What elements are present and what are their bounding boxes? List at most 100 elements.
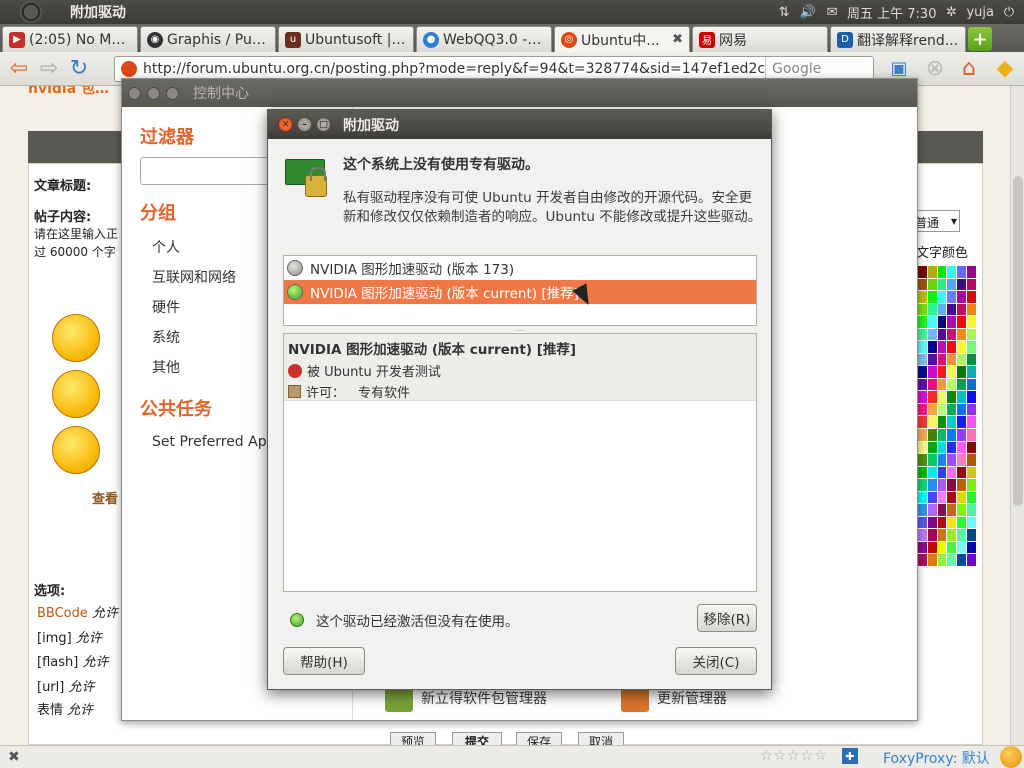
color-swatch[interactable]: [918, 278, 927, 291]
group-item-hardware[interactable]: 硬件: [152, 297, 180, 317]
color-swatch[interactable]: [918, 328, 927, 341]
minimize-window-icon[interactable]: [147, 86, 160, 100]
color-swatch[interactable]: [947, 516, 957, 529]
color-swatch[interactable]: [947, 554, 957, 566]
close-window-icon[interactable]: ✕: [278, 117, 293, 132]
color-swatch[interactable]: [927, 378, 937, 391]
color-swatch[interactable]: [947, 378, 957, 391]
color-swatch[interactable]: [957, 316, 967, 328]
color-swatch[interactable]: [937, 454, 947, 466]
color-swatch[interactable]: [957, 391, 967, 403]
color-swatch[interactable]: [937, 541, 947, 554]
color-swatch[interactable]: [937, 416, 947, 428]
color-swatch[interactable]: [927, 466, 937, 479]
driver-row-current[interactable]: NVIDIA 图形加速驱动 (版本 current) [推荐]: [284, 280, 756, 304]
user-name[interactable]: yuja: [966, 5, 994, 20]
color-swatch[interactable]: [927, 366, 937, 378]
color-swatch[interactable]: [918, 541, 927, 554]
color-swatch[interactable]: [937, 403, 947, 416]
color-swatch[interactable]: [927, 391, 937, 403]
group-item-personal[interactable]: 个人: [152, 237, 180, 257]
addon-icon[interactable]: ✚: [842, 748, 858, 764]
color-swatch[interactable]: [957, 416, 967, 428]
color-swatch[interactable]: [937, 491, 947, 504]
color-swatch[interactable]: [918, 316, 927, 328]
color-swatch[interactable]: [937, 291, 947, 303]
rating-stars-icon[interactable]: ☆☆☆☆☆: [760, 748, 828, 764]
color-swatch[interactable]: [967, 428, 976, 441]
color-swatch[interactable]: [927, 454, 937, 466]
color-swatch[interactable]: [918, 516, 927, 529]
power-icon[interactable]: ⏻: [1000, 3, 1018, 21]
tab-github[interactable]: ◉ Graphis / Pub...: [140, 26, 276, 52]
color-swatch[interactable]: [947, 416, 957, 428]
color-swatch[interactable]: [918, 454, 927, 466]
color-swatch[interactable]: [927, 303, 937, 316]
color-swatch[interactable]: [937, 328, 947, 341]
color-swatch[interactable]: [918, 291, 927, 303]
color-swatch[interactable]: [937, 316, 947, 328]
remove-button[interactable]: 移除(R): [697, 604, 757, 632]
color-swatch[interactable]: [927, 428, 937, 441]
color-swatch[interactable]: [967, 316, 976, 328]
close-icon[interactable]: ✖: [8, 749, 20, 765]
color-swatch[interactable]: [957, 491, 967, 504]
color-swatch[interactable]: [918, 341, 927, 353]
color-swatch[interactable]: [967, 291, 976, 303]
color-swatch[interactable]: [918, 504, 927, 516]
group-item-internet[interactable]: 互联网和网络: [152, 267, 236, 287]
page-scrollbar[interactable]: [1010, 86, 1024, 745]
color-swatch[interactable]: [947, 303, 957, 316]
color-swatch[interactable]: [947, 391, 957, 403]
group-item-system[interactable]: 系统: [152, 327, 180, 347]
color-swatch[interactable]: [927, 491, 937, 504]
color-swatch[interactable]: [937, 303, 947, 316]
color-swatch[interactable]: [957, 266, 967, 278]
color-swatch[interactable]: [967, 278, 976, 291]
color-swatch[interactable]: [967, 341, 976, 353]
close-button[interactable]: 关闭(C): [675, 647, 757, 675]
color-swatch[interactable]: [957, 291, 967, 303]
stop-icon[interactable]: ⊗: [920, 54, 950, 84]
grinning-smiley-icon[interactable]: [52, 426, 100, 474]
color-swatch[interactable]: [967, 353, 976, 366]
view-more-link[interactable]: 查看: [92, 488, 118, 507]
reload-icon[interactable]: ↻: [64, 54, 94, 84]
color-swatch[interactable]: [927, 479, 937, 491]
color-swatch[interactable]: [957, 479, 967, 491]
color-swatch[interactable]: [937, 529, 947, 541]
color-swatch[interactable]: [927, 541, 937, 554]
tab-ubuntu-forum[interactable]: ◎ Ubuntu中... ✖: [554, 26, 690, 52]
color-swatch[interactable]: [967, 529, 976, 541]
color-swatch[interactable]: [937, 554, 947, 566]
color-swatch[interactable]: [957, 541, 967, 554]
color-swatch[interactable]: [927, 341, 937, 353]
volume-icon[interactable]: 🔊: [799, 3, 817, 21]
color-swatch[interactable]: [957, 328, 967, 341]
minimize-window-icon[interactable]: –: [297, 117, 312, 132]
color-swatch[interactable]: [927, 403, 937, 416]
driver-row-173[interactable]: NVIDIA 图形加速驱动 (版本 173): [284, 256, 756, 280]
color-swatch[interactable]: [957, 353, 967, 366]
color-swatch[interactable]: [947, 541, 957, 554]
save-button[interactable]: 保存: [516, 732, 562, 745]
color-swatch[interactable]: [957, 504, 967, 516]
color-swatch[interactable]: [967, 391, 976, 403]
color-swatch[interactable]: [918, 391, 927, 403]
color-swatch[interactable]: [918, 428, 927, 441]
url-text[interactable]: http://forum.ubuntu.org.cn/posting.php?m…: [143, 61, 783, 77]
color-swatch[interactable]: [927, 516, 937, 529]
color-swatch[interactable]: [947, 353, 957, 366]
help-button[interactable]: 帮助(H): [283, 647, 365, 675]
color-swatch[interactable]: [957, 278, 967, 291]
color-swatch[interactable]: [937, 428, 947, 441]
color-swatch[interactable]: [918, 266, 927, 278]
clock[interactable]: 周五 上午 7:30: [847, 3, 936, 22]
color-swatch[interactable]: [957, 441, 967, 454]
font-size-select[interactable]: 普通 ▾: [912, 210, 960, 232]
color-swatch[interactable]: [957, 378, 967, 391]
color-swatch[interactable]: [947, 479, 957, 491]
color-swatch[interactable]: [918, 441, 927, 454]
color-swatch[interactable]: [957, 366, 967, 378]
color-swatch[interactable]: [947, 403, 957, 416]
